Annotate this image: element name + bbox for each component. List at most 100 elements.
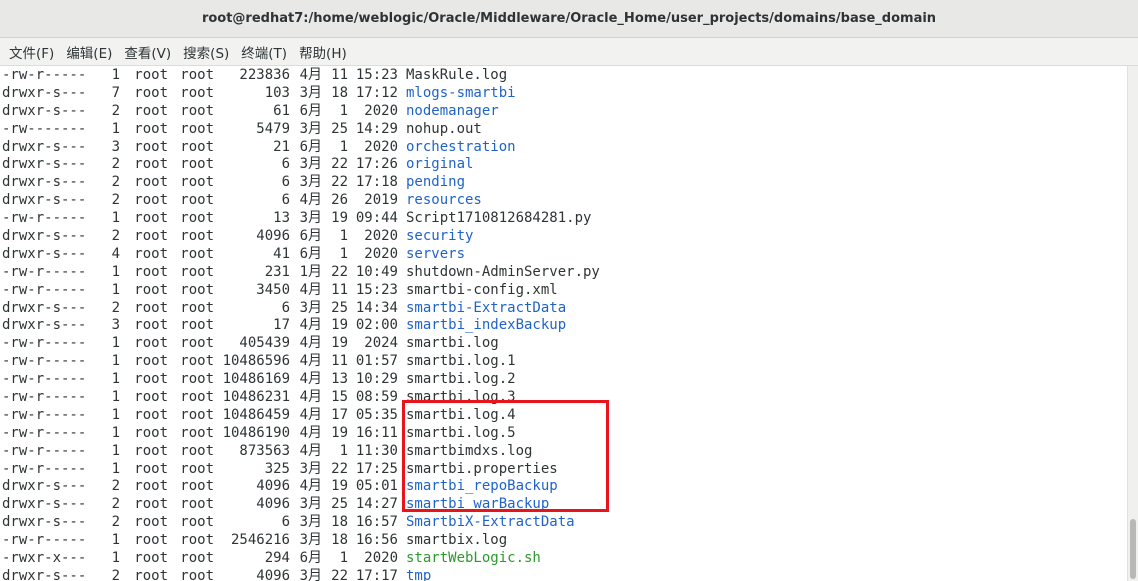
vertical-scrollbar[interactable]: [1127, 66, 1138, 581]
month: 4月: [299, 424, 322, 441]
file-name: smartbi.log.5: [406, 424, 516, 441]
time: 16:11: [355, 424, 398, 441]
time: 05:35: [355, 406, 398, 423]
month: 4月: [299, 371, 322, 388]
listing-row: drwxr-s--- 3 root root 21 6月 1 2020 orchestratio…: [2, 139, 600, 157]
link-count: 2: [111, 514, 120, 531]
month: 4月: [299, 335, 322, 352]
listing-row: -rw------- 1 root root 5479 3月 25 14:29 nohup.ou…: [2, 121, 600, 139]
permissions: -rw-r-----: [2, 442, 87, 459]
group: root: [180, 424, 214, 441]
link-count: 3: [111, 138, 120, 155]
time: 17:26: [355, 156, 398, 173]
menu-edit[interactable]: 编辑(E): [61, 42, 117, 62]
listing-row: drwxr-s--- 2 root root 6 3月 22 17:18 pending: [2, 174, 600, 192]
time: 15:23: [355, 67, 398, 83]
file-name: resources: [406, 192, 482, 209]
owner: root: [134, 496, 168, 513]
group: root: [180, 299, 214, 316]
owner: root: [134, 567, 168, 581]
link-count: 1: [111, 550, 120, 567]
permissions: drwxr-s---: [2, 317, 87, 334]
group: root: [180, 210, 214, 227]
group: root: [180, 245, 214, 262]
file-size: 6: [281, 174, 290, 191]
group: root: [180, 67, 214, 83]
file-size: 294: [264, 550, 290, 567]
month: 6月: [299, 245, 322, 262]
listing-row: drwxr-s--- 2 root root 61 6月 1 2020 nodemanager: [2, 103, 600, 121]
group: root: [180, 478, 214, 495]
permissions: -rw-r-----: [2, 67, 87, 83]
menu-search[interactable]: 搜索(S): [178, 42, 234, 62]
time: 2020: [364, 550, 398, 567]
permissions: drwxr-s---: [2, 174, 87, 191]
permissions: -rw-r-----: [2, 353, 87, 370]
owner: root: [134, 353, 168, 370]
file-size: 10486190: [222, 424, 290, 441]
file-size: 4096: [256, 567, 290, 581]
month: 6月: [299, 102, 322, 119]
file-name: smartbi.log.3: [406, 389, 516, 406]
owner: root: [134, 174, 168, 191]
time: 05:01: [355, 478, 398, 495]
owner: root: [134, 138, 168, 155]
owner: root: [134, 263, 168, 280]
time: 2020: [364, 228, 398, 245]
listing-row: -rw-r----- 1 root root 873563 4月 1 11:30 smartbi…: [2, 443, 600, 461]
month: 4月: [299, 478, 322, 495]
link-count: 2: [111, 192, 120, 209]
link-count: 1: [111, 406, 120, 423]
permissions: drwxr-s---: [2, 228, 87, 245]
listing-row: drwxr-s--- 2 root root 6 4月 26 2019 resources: [2, 192, 600, 210]
day: 13: [331, 371, 348, 388]
menu-terminal[interactable]: 终端(T): [236, 42, 292, 62]
scrollbar-thumb[interactable]: [1130, 519, 1136, 579]
file-size: 6: [281, 192, 290, 209]
file-size: 13: [273, 210, 290, 227]
month: 3月: [299, 84, 322, 101]
day: 25: [331, 120, 348, 137]
time: 14:34: [355, 299, 398, 316]
link-count: 1: [111, 532, 120, 549]
day: 15: [331, 389, 348, 406]
title-bar[interactable]: root@redhat7:/home/weblogic/Oracle/Middl…: [0, 0, 1138, 38]
group: root: [180, 406, 214, 423]
group: root: [180, 174, 214, 191]
file-name: smartbi.properties: [406, 460, 558, 477]
link-count: 2: [111, 102, 120, 119]
month: 3月: [299, 514, 322, 531]
file-size: 223836: [239, 67, 290, 83]
day: 1: [339, 228, 348, 245]
file-name: Script1710812684281.py: [406, 210, 592, 227]
day: 19: [331, 210, 348, 227]
menu-view[interactable]: 查看(V): [119, 42, 176, 62]
link-count: 2: [111, 156, 120, 173]
file-size: 10486459: [222, 406, 290, 423]
permissions: drwxr-s---: [2, 102, 87, 119]
menu-file[interactable]: 文件(F): [4, 42, 59, 62]
time: 10:29: [355, 371, 398, 388]
group: root: [180, 460, 214, 477]
day: 19: [331, 335, 348, 352]
time: 15:23: [355, 281, 398, 298]
link-count: 2: [111, 478, 120, 495]
time: 11:30: [355, 442, 398, 459]
listing-row: drwxr-s--- 2 root root 4096 6月 1 2020 security: [2, 228, 600, 246]
file-size: 6: [281, 299, 290, 316]
permissions: drwxr-s---: [2, 138, 87, 155]
group: root: [180, 496, 214, 513]
day: 1: [339, 442, 348, 459]
group: root: [180, 335, 214, 352]
month: 3月: [299, 567, 322, 581]
permissions: drwxr-s---: [2, 245, 87, 262]
menu-help[interactable]: 帮助(H): [294, 42, 352, 62]
day: 1: [339, 245, 348, 262]
owner: root: [134, 281, 168, 298]
file-size: 21: [273, 138, 290, 155]
group: root: [180, 317, 214, 334]
file-size: 2546216: [230, 532, 290, 549]
permissions: -rw-r-----: [2, 281, 87, 298]
link-count: 2: [111, 174, 120, 191]
terminal-output[interactable]: -rw-r----- 1 root root 223836 4月 11 15:23 MaskRu…: [0, 66, 1127, 581]
